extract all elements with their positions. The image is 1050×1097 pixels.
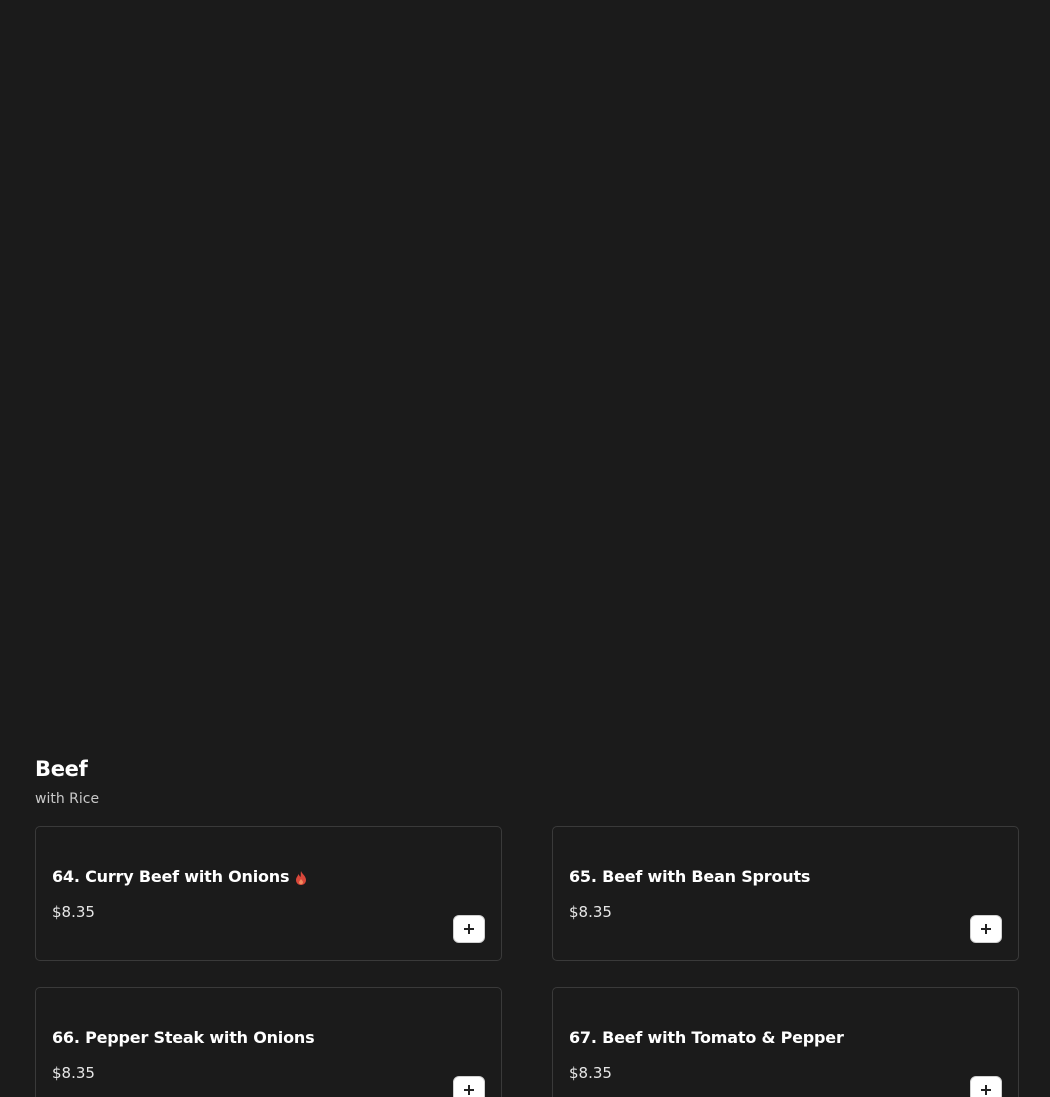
add-item-button[interactable] [453,915,485,943]
menu-item-name-row: 65. Beef with Bean Sprouts [569,867,810,886]
menu-item-price: $8.35 [569,903,612,921]
add-item-button[interactable] [453,1076,485,1097]
plus-icon [464,924,474,934]
menu-item-name: 66. Pepper Steak with Onions [52,1028,315,1047]
section-subtitle: with Rice [35,791,100,807]
menu-item-card[interactable]: 66. Pepper Steak with Onions $8.35 [35,987,502,1097]
plus-icon [981,924,991,934]
menu-page: Beef with Rice 64. Curry Beef with Onion… [0,0,1050,1097]
menu-item-price: $8.35 [52,1064,95,1082]
menu-item-card[interactable]: 65. Beef with Bean Sprouts $8.35 [552,826,1019,961]
section-header: Beef with Rice [35,757,99,807]
plus-icon [464,1085,474,1095]
menu-item-name: 64. Curry Beef with Onions [52,867,290,886]
menu-item-name-row: 64. Curry Beef with Onions [52,867,307,886]
menu-item-price: $8.35 [52,903,95,921]
menu-item-name: 65. Beef with Bean Sprouts [569,867,811,886]
menu-item-name: 67. Beef with Tomato & Pepper [569,1028,844,1047]
plus-icon [981,1085,991,1095]
menu-item-name-row: 66. Pepper Steak with Onions [52,1028,315,1047]
menu-item-card[interactable]: 64. Curry Beef with Onions $8.35 [35,826,502,961]
add-item-button[interactable] [970,915,1002,943]
menu-item-name-row: 67. Beef with Tomato & Pepper [569,1028,844,1047]
menu-item-card[interactable]: 67. Beef with Tomato & Pepper $8.35 [552,987,1019,1097]
section-title: Beef [35,757,88,781]
flame-icon [295,870,307,885]
menu-item-price: $8.35 [569,1064,612,1082]
add-item-button[interactable] [970,1076,1002,1097]
